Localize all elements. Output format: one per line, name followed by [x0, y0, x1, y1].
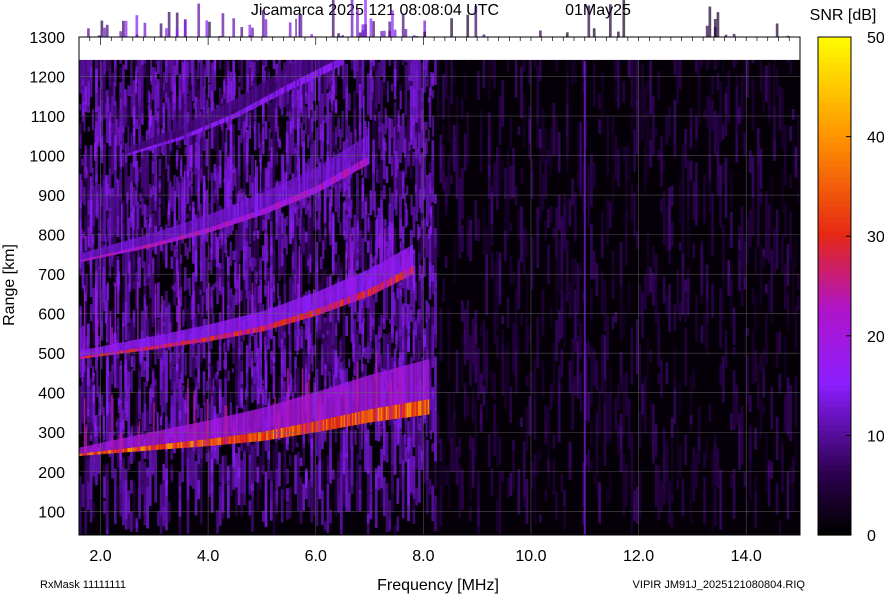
file-id-label: VIPIR JM91J_2025121080804.RIQ [633, 579, 806, 591]
y-tick-label-1100: 1100 [31, 109, 66, 126]
y-tick-label-400: 400 [38, 386, 65, 403]
colorbar-tick-30: 30 [867, 229, 884, 246]
y-axis-label: Range [km] [1, 244, 18, 326]
y-tick-label-500: 500 [38, 346, 65, 363]
date-label: 01May25 [565, 2, 631, 19]
chart-title: Jicamarca 2025 121 08:08:04 UTC [251, 2, 499, 19]
colorbar-tick-50: 50 [867, 30, 884, 47]
x-tick-label-12.0: 12.0 [623, 548, 654, 565]
y-tick-label-900: 900 [38, 188, 65, 205]
colorbar-tick-0: 0 [867, 528, 876, 545]
x-tick-label-14.0: 14.0 [731, 548, 762, 565]
y-tick-label-1000: 1000 [29, 149, 65, 166]
colorbar-tick-10: 10 [867, 428, 884, 445]
y-tick-label-100: 100 [38, 504, 65, 521]
y-tick-label-200: 200 [38, 465, 65, 482]
rx-mask-label: RxMask 11111111 [40, 579, 126, 591]
x-tick-label-6.0: 6.0 [305, 548, 327, 565]
y-tick-label-600: 600 [38, 307, 65, 324]
y-tick-label-1300: 1300 [29, 30, 65, 47]
ionogram-figure: Jicamarca 2025 121 08:08:04 UTC 01May25 … [1, 0, 884, 594]
y-tick-label-300: 300 [38, 425, 65, 442]
y-tick-label-700: 700 [38, 267, 65, 284]
interference-line-1 [583, 61, 586, 535]
x-tick-label-2.0: 2.0 [89, 548, 111, 565]
colorbar-tick-40: 40 [867, 130, 884, 147]
y-tick-label-1200: 1200 [29, 70, 65, 87]
plot-area: 100 200 300 400 500 600 700 800 900 1000 1100 1200 1… [29, 0, 801, 565]
x-tick-label-4.0: 4.0 [197, 548, 219, 565]
x-axis-label: Frequency [MHz] [377, 577, 499, 594]
colorbar: 0 10 20 30 40 50 [817, 30, 884, 545]
x-tick-label-8.0: 8.0 [412, 548, 434, 565]
colorbar-tick-20: 20 [867, 329, 884, 346]
colorbar-label: SNR [dB] [810, 7, 877, 24]
y-tick-label-800: 800 [38, 228, 65, 245]
x-tick-label-10.0: 10.0 [515, 548, 546, 565]
